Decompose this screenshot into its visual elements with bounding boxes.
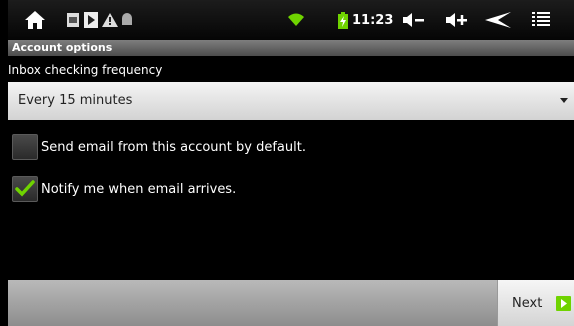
home-icon[interactable] xyxy=(24,0,46,40)
checkmark-icon xyxy=(15,180,35,197)
inbox-frequency-value: Every 15 minutes xyxy=(18,93,133,108)
volume-up-icon[interactable] xyxy=(446,0,468,40)
volume-down-icon[interactable] xyxy=(403,0,425,40)
status-bar: 11:23 xyxy=(8,0,574,40)
default-account-checkbox[interactable] xyxy=(12,134,38,160)
next-button[interactable]: Next xyxy=(497,280,574,326)
next-arrow-icon xyxy=(556,295,572,311)
back-icon[interactable] xyxy=(485,0,511,40)
section-header: Account options xyxy=(8,40,574,56)
bottom-bar: Next xyxy=(8,280,574,326)
notify-label: Notify me when email arrives. xyxy=(41,181,237,197)
wifi-icon xyxy=(288,0,304,40)
notify-checkbox[interactable] xyxy=(12,176,38,202)
default-account-label: Send email from this account by default. xyxy=(41,139,306,155)
chevron-down-icon xyxy=(560,98,568,103)
inbox-frequency-dropdown[interactable]: Every 15 minutes xyxy=(8,82,574,120)
warning-icon xyxy=(102,0,118,40)
clock: 11:23 xyxy=(352,12,394,28)
menu-icon[interactable] xyxy=(532,0,550,40)
inbox-frequency-label: Inbox checking frequency xyxy=(8,63,163,77)
screenshot-icon xyxy=(66,0,80,40)
play-store-icon xyxy=(84,0,98,40)
next-label: Next xyxy=(512,295,543,311)
notify-row[interactable]: Notify me when email arrives. xyxy=(12,175,236,203)
default-account-row[interactable]: Send email from this account by default. xyxy=(12,133,306,161)
battery-charging-icon xyxy=(338,0,348,40)
android-debug-icon xyxy=(121,0,133,40)
